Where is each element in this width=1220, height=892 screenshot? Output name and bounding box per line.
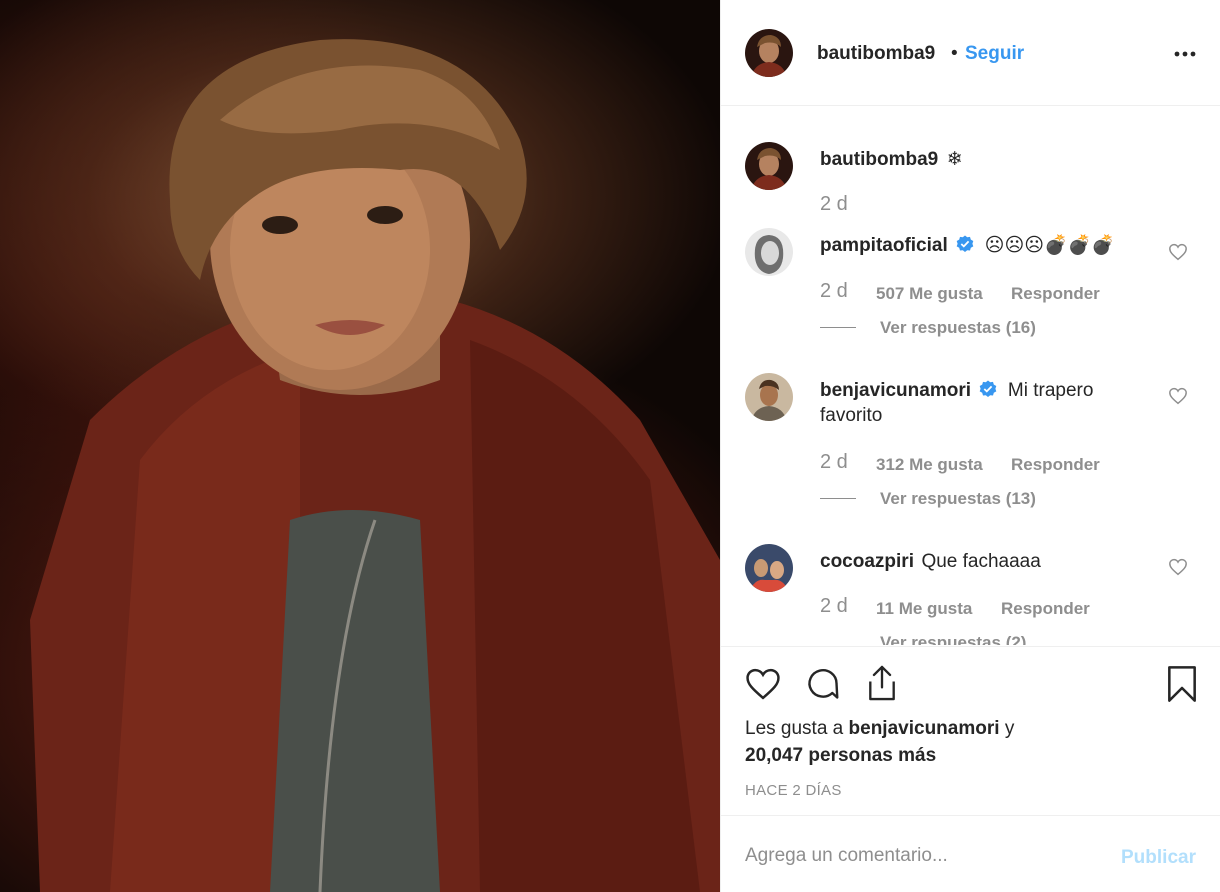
comment-icon[interactable] (805, 666, 841, 702)
likes-count[interactable]: 20,047 personas más (745, 745, 936, 767)
verified-badge-icon (956, 235, 974, 252)
post-photo-illustration (30, 39, 720, 892)
comment-body: pampitaoficial ☹☹☹💣💣💣 (820, 232, 1115, 259)
likes-count-text[interactable]: 20,047 personas más (745, 745, 936, 766)
post-header: bautibomba9 • Seguir (721, 0, 1220, 106)
comment-like-count[interactable]: 507 Me gusta (876, 284, 983, 304)
comment-text-line-1: Mi trapero (1007, 380, 1094, 401)
reply-button[interactable]: Responder (1011, 455, 1100, 475)
caption-text: ❄ (946, 149, 963, 170)
comment-like-count[interactable]: 312 Me gusta (876, 455, 983, 475)
separator-dot: • (951, 43, 958, 64)
caption-username[interactable]: bautibomba9 (820, 149, 938, 170)
view-replies-button[interactable]: Ver respuestas (2) (880, 633, 1026, 645)
liker-username[interactable]: benjavicunamori (849, 718, 1000, 739)
comments-list[interactable]: bautibomba9 ❄ 2 d pampitaoficial ☹☹☹💣💣💣 … (721, 107, 1220, 645)
comment-like-heart-icon[interactable] (1168, 243, 1188, 261)
comment-body: benjavicunamori Mi trapero (820, 377, 1140, 404)
reply-button[interactable]: Responder (1011, 284, 1100, 304)
post-photo[interactable] (0, 0, 720, 892)
comment-like-heart-icon[interactable] (1168, 558, 1188, 576)
replies-divider (820, 498, 856, 499)
comment-time[interactable]: 2 d (820, 280, 848, 303)
comment-input[interactable] (745, 845, 1105, 867)
likes-summary: Les gusta a benjavicunamori y (745, 718, 1014, 740)
comment-body: cocoazpiri Que fachaaaa (820, 548, 1041, 575)
comment-avatar[interactable] (745, 544, 793, 592)
bookmark-icon[interactable] (1166, 665, 1198, 703)
comment-username[interactable]: cocoazpiri (820, 551, 914, 572)
comment-username[interactable]: pampitaoficial (820, 235, 948, 256)
comment-username[interactable]: benjavicunamori (820, 380, 971, 401)
reply-button[interactable]: Responder (1001, 599, 1090, 619)
caption-avatar[interactable] (745, 142, 793, 190)
comment-avatar[interactable] (745, 373, 793, 421)
follow-button[interactable]: Seguir (965, 43, 1024, 65)
caption: bautibomba9 ❄ (820, 146, 963, 173)
comment-text: Que fachaaaa (921, 551, 1041, 572)
view-replies-button[interactable]: Ver respuestas (13) (880, 489, 1036, 509)
post-actions: Les gusta a benjavicunamori y 20,047 per… (721, 646, 1220, 816)
comment-avatar[interactable] (745, 228, 793, 276)
share-icon[interactable] (864, 664, 900, 702)
view-replies-button[interactable]: Ver respuestas (16) (880, 318, 1036, 338)
likes-prefix: Les gusta a (745, 718, 844, 739)
comment-text-line-2: favorito (820, 405, 883, 426)
heart-icon[interactable] (744, 667, 782, 701)
comment-like-count[interactable]: 11 Me gusta (876, 599, 972, 619)
verified-badge-icon (980, 380, 997, 397)
replies-divider (820, 327, 856, 328)
comment-like-heart-icon[interactable] (1168, 387, 1188, 405)
comment-time[interactable]: 2 d (820, 451, 848, 474)
publish-button[interactable]: Publicar (1121, 847, 1196, 869)
author-avatar[interactable] (745, 29, 793, 77)
more-options-icon[interactable] (1173, 50, 1197, 58)
comment-time[interactable]: 2 d (820, 595, 848, 618)
caption-time[interactable]: 2 d (820, 193, 848, 216)
likes-conjunction: y (1004, 718, 1015, 739)
post-sidebar: bautibomba9 • Seguir bautibomba9 ❄ 2 d p… (720, 0, 1220, 892)
add-comment-bar: Publicar (721, 817, 1220, 892)
post-date[interactable]: HACE 2 DÍAS (745, 782, 842, 799)
author-username[interactable]: bautibomba9 (817, 43, 935, 65)
comment-text: ☹☹☹💣💣💣 (984, 235, 1116, 256)
